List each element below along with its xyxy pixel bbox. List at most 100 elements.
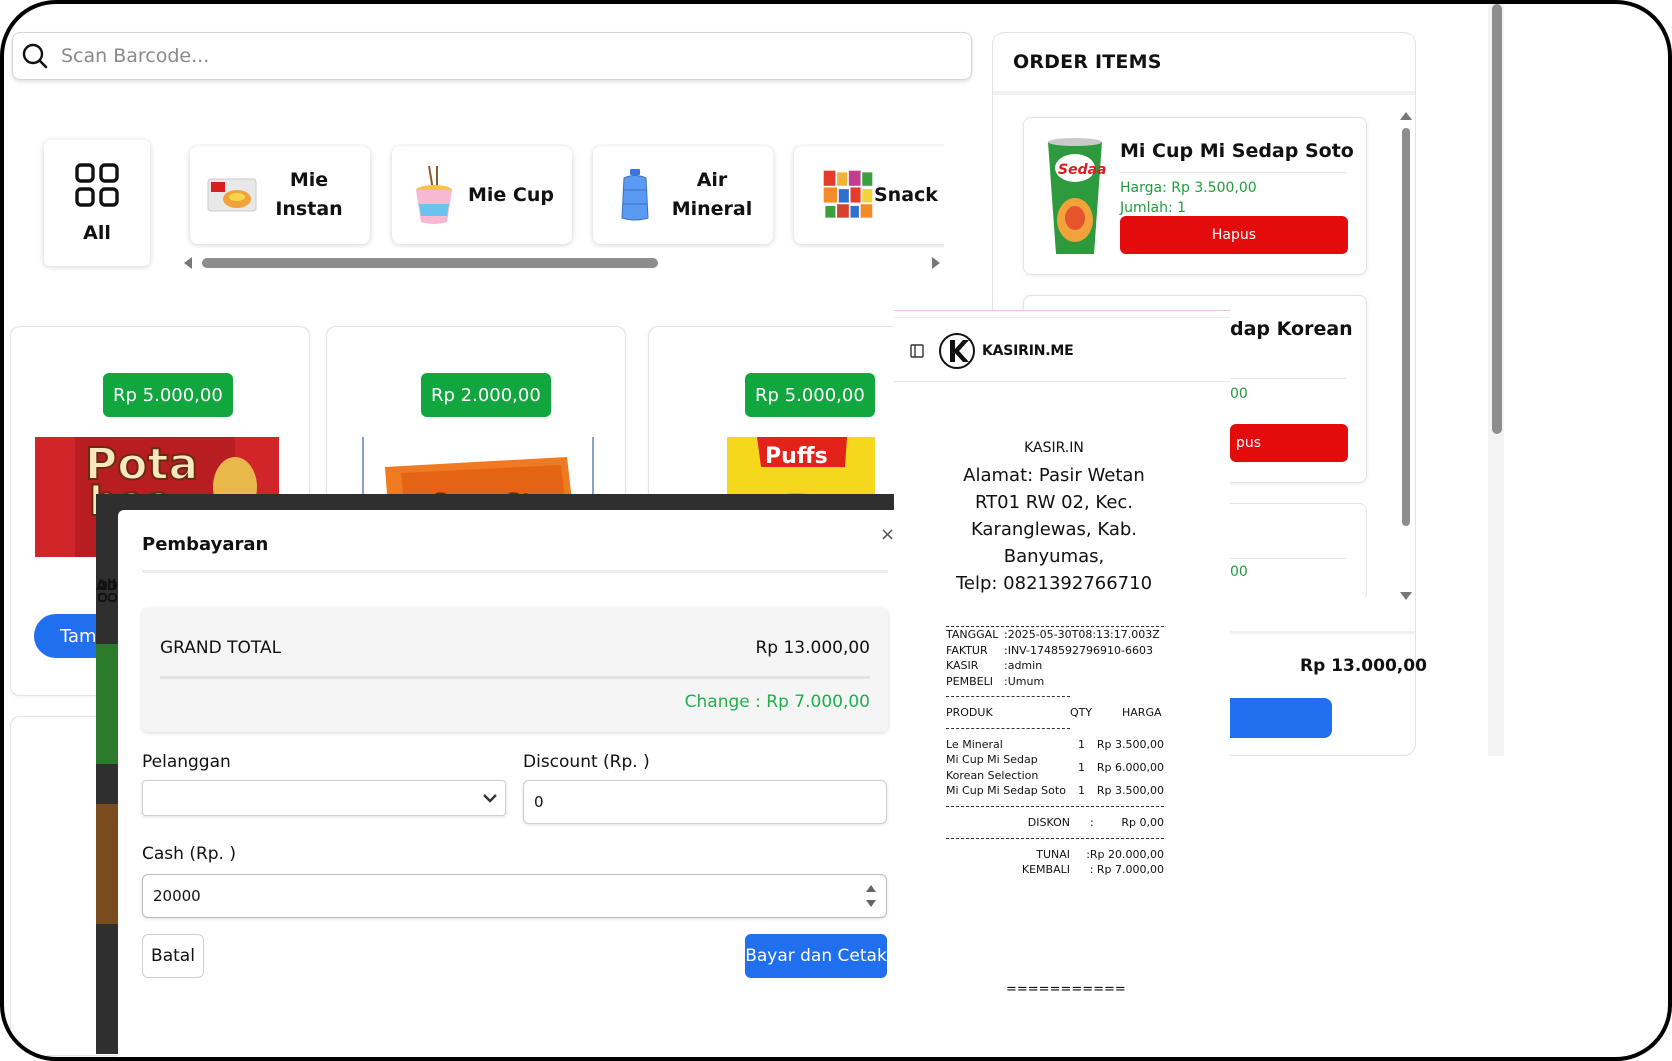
receipt-diskon-value: Rp 0,00 [1121,816,1164,829]
discount-input[interactable]: 0 [523,780,887,824]
kasirin-logo-icon [939,332,975,369]
receipt-address-line: Alamat: Pasir Wetan [963,465,1145,486]
category-label-line1: Air [696,169,728,191]
category-air-mineral[interactable]: Air Mineral [593,146,773,244]
cancel-button[interactable]: Batal [142,934,204,978]
receipt-meta-key: KASIR [946,659,979,672]
receipt-line-price: Rp 3.500,00 [1096,784,1164,797]
svg-text:Sedaap: Sedaap [1058,162,1106,178]
order-item-price: 00 [1230,564,1248,580]
search-bar [12,32,972,80]
grand-total-box: GRAND TOTAL Rp 13.000,00 Change : Rp 7.0… [142,608,888,732]
category-label-line1: Mie Cup [468,183,554,206]
category-all-label: All [96,578,117,594]
cash-input[interactable]: 20000 [142,874,887,918]
search-input[interactable] [61,45,941,67]
receipt-meta-value: :admin [1004,659,1043,672]
scroll-down-icon[interactable] [1400,592,1412,600]
category-strip: Mie Instan Mie Cup Air Mineral Snack [184,144,944,248]
number-stepper-icon[interactable] [866,885,876,907]
receipt-address-line: Karanglewas, Kab. [970,519,1138,540]
receipt-kembali-label: KEMBALI [1021,863,1070,876]
scroll-up-icon[interactable] [1400,112,1412,120]
receipt-meta-value: :Umum [1004,675,1045,688]
backdrop-product [96,644,118,764]
receipt-topbar [894,310,1230,318]
receipt-line-qty: 1 [1078,784,1085,797]
product-price: Rp 2.000,00 [421,373,551,417]
order-item-name: Mi Cup Mi Sedap Soto [1120,140,1354,162]
noodle-pack-icon [206,164,258,226]
pay-and-print-button[interactable]: Bayar dan Cetak [745,934,887,978]
category-all[interactable]: All [44,140,150,266]
change-amount: Change : Rp 7.000,00 [684,692,870,712]
grand-total-label: GRAND TOTAL [160,638,282,658]
pelanggan-label: Pelanggan [142,752,231,772]
order-total: Rp 13.000,00 [1300,656,1427,676]
grand-total-value: Rp 13.000,00 [755,638,870,658]
scroll-right-icon[interactable] [932,257,940,269]
category-label-line1: Snack [874,183,938,206]
receipt-col-harga: HARGA [1122,706,1162,719]
remove-item-button[interactable]: pus [1230,424,1348,462]
scrollbar-thumb[interactable] [202,258,658,268]
receipt-diskon-label: DISKON [1027,816,1070,829]
receipt-header: KASIRIN.ME [894,320,1230,382]
receipt-store-name: KASIR.IN [1024,440,1084,456]
close-icon[interactable]: × [880,524,895,545]
snack-assortment-icon [822,164,874,226]
sidebar-toggle-icon[interactable] [910,343,924,358]
remove-item-button[interactable]: Hapus [1120,216,1348,254]
category-mie-instan[interactable]: Mie Instan [190,146,370,244]
receipt-line-name: Korean Selection [946,769,1039,782]
category-all-label: All [83,222,111,244]
receipt-brand: KASIRIN.ME [982,342,1074,359]
order-item-qty: Jumlah: 1 [1120,200,1187,216]
receipt-address-line: RT01 RW 02, Kec. [974,492,1134,513]
divider [160,676,870,679]
discount-value: 0 [534,793,544,811]
receipt-meta-key: FAKTUR [946,644,988,657]
divider [946,728,1070,729]
divider [946,696,1070,697]
svg-text:Puffs: Puffs [765,444,828,469]
receipt-line-name: Mi Cup Mi Sedap Soto [946,784,1066,797]
modal-title: Pembayaran [142,534,269,555]
product-price: Rp 5.000,00 [745,373,875,417]
receipt-diskon-sep: : [1090,816,1094,829]
divider [1230,558,1346,559]
chevron-down-icon [483,794,497,803]
page-scrollbar-thumb[interactable] [1492,4,1502,434]
category-label-line2: Instan [275,198,343,220]
customer-select[interactable] [142,780,506,816]
water-gallon-icon [609,164,661,226]
checkout-button[interactable] [1226,698,1332,738]
discount-label: Discount (Rp. ) [523,752,650,772]
receipt-address-line: Banyumas, [1003,546,1105,567]
receipt-kembali-value: : Rp 7.000,00 [1089,863,1164,876]
grid-icon [75,163,119,207]
order-scrollbar[interactable] [1400,112,1412,600]
category-scrollbar[interactable] [184,256,940,270]
scrollbar-thumb[interactable] [1402,128,1410,526]
divider [946,806,1164,807]
category-label-line2: Mineral [671,198,753,220]
receipt-meta-value: :2025-05-30T08:13:17.003Z [1004,628,1160,641]
order-item-name: dap Korean [1230,318,1353,340]
receipt-meta-key: PEMBELI [946,675,993,688]
divider [946,626,1164,627]
receipt-col-produk: PRODUK [946,706,993,719]
category-mie-cup[interactable]: Mie Cup [392,146,572,244]
cash-label: Cash (Rp. ) [142,844,236,864]
receipt-address-line: Telp: 0821392766710 [955,573,1153,594]
scroll-left-icon[interactable] [184,257,192,269]
product-thumbnail: Sedaap [1044,138,1117,258]
search-icon [22,43,48,69]
order-panel-title: ORDER ITEMS [993,33,1415,95]
receipt-line-name: Mi Cup Mi Sedap [946,753,1038,766]
app-window: All Mie Instan Mie Cup Air Mineral Snack [0,0,1672,1061]
receipt-line-name: Le Mineral [946,738,1003,751]
receipt-meta-key: TANGGAL [946,628,999,641]
category-snack[interactable]: Snack [794,146,944,244]
divider [142,570,888,573]
